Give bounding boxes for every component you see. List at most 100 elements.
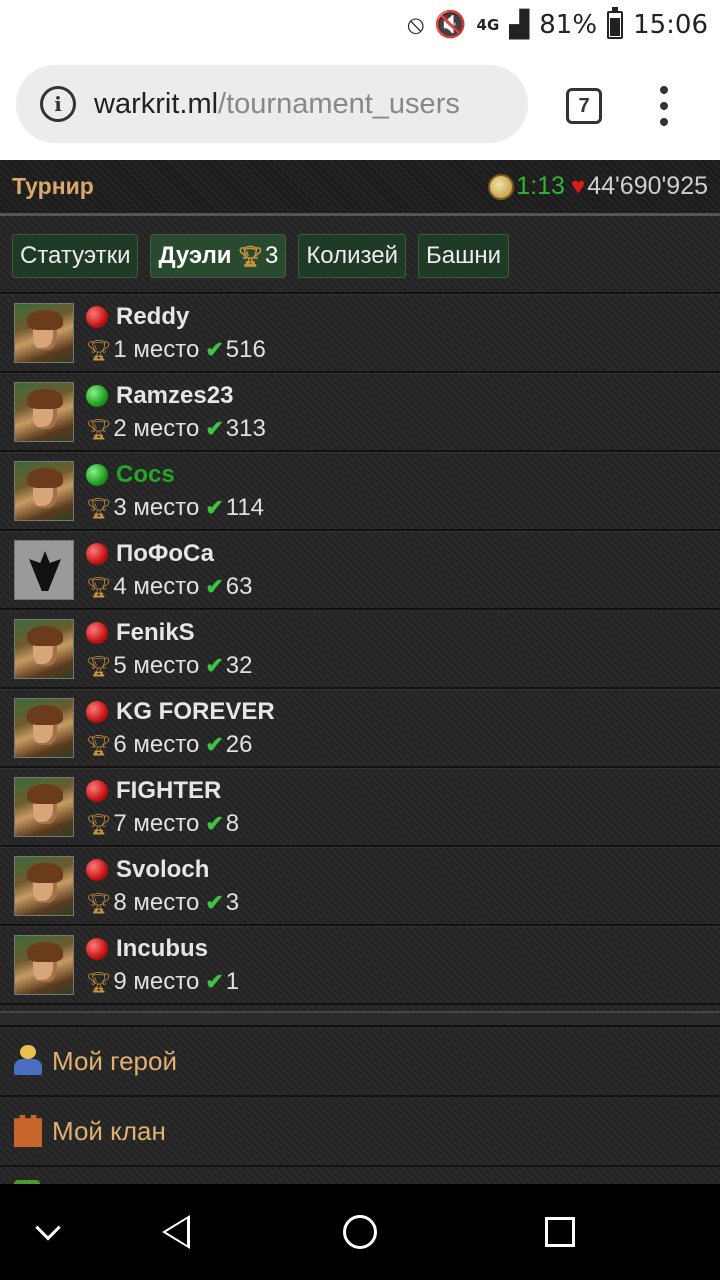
- player-name[interactable]: Svoloch: [116, 856, 209, 884]
- info-icon[interactable]: i: [40, 86, 76, 122]
- trophy-icon: 🏆︎: [86, 971, 112, 994]
- network-type: 4G: [476, 15, 500, 34]
- player-name[interactable]: KG FOREVER: [116, 698, 275, 726]
- recents-icon[interactable]: [536, 1208, 584, 1256]
- list-item[interactable]: Incubus 🏆︎ 9 место ✔ 1: [0, 926, 720, 1005]
- tab-label: Башни: [426, 242, 502, 269]
- tab-figurines[interactable]: Статуэтки: [12, 234, 139, 278]
- menu-label: Мой клан: [52, 1115, 166, 1146]
- back-icon[interactable]: [152, 1208, 200, 1256]
- tab-switcher-button[interactable]: 7: [566, 88, 602, 124]
- hero-icon: [14, 1045, 42, 1077]
- list-item[interactable]: Svoloch 🏆︎ 8 место ✔ 3: [0, 847, 720, 926]
- offline-status-icon: [86, 780, 108, 802]
- game-header: Турнир 1:13 ♥ 44'690'925: [0, 160, 720, 216]
- avatar[interactable]: [14, 619, 74, 679]
- offline-status-icon: [86, 938, 108, 960]
- player-place: 6 место: [113, 731, 200, 758]
- menu-label: Мой герой: [52, 1045, 177, 1076]
- battery-percent: 81%: [539, 10, 598, 40]
- avatar[interactable]: [14, 382, 74, 442]
- player-score: 8: [225, 810, 240, 837]
- header-stats: 1:13 ♥ 44'690'925: [488, 172, 708, 201]
- avatar[interactable]: [14, 698, 74, 758]
- player-score: 1: [225, 968, 240, 995]
- trophy-icon: 🏆︎: [86, 339, 112, 362]
- player-score: 3: [225, 889, 240, 916]
- list-item[interactable]: Reddy 🏆︎ 1 место ✔ 516: [0, 294, 720, 373]
- mute-icon: 🔇: [434, 10, 467, 40]
- trophy-icon: 🏆︎: [86, 655, 112, 678]
- avatar[interactable]: [14, 777, 74, 837]
- list-item[interactable]: KG FOREVER 🏆︎ 6 место ✔ 26: [0, 689, 720, 768]
- tab-label: Статуэтки: [20, 242, 131, 269]
- browser-menu-icon[interactable]: [656, 86, 672, 126]
- do-not-disturb-icon: ⦸: [407, 9, 425, 40]
- browser-toolbar: i warkrit.ml/tournament_users 7: [0, 50, 720, 160]
- player-place: 4 место: [113, 573, 200, 600]
- castle-icon: [14, 1115, 42, 1147]
- hide-keyboard-chevron-icon[interactable]: [24, 1208, 72, 1256]
- check-icon: ✔: [205, 890, 224, 915]
- tab-label: Дуэли: [158, 242, 232, 269]
- player-name[interactable]: FIGHTER: [116, 777, 221, 805]
- tab-colosseum[interactable]: Колизей: [298, 234, 407, 278]
- menu-my-clan[interactable]: Мой клан: [0, 1097, 720, 1167]
- check-icon: ✔: [205, 653, 224, 678]
- menu-my-hero[interactable]: Мой герой: [0, 1027, 720, 1097]
- navigation-bar: [0, 1184, 720, 1280]
- check-icon: ✔: [205, 811, 224, 836]
- player-score: 63: [225, 573, 253, 600]
- offline-status-icon: [86, 622, 108, 644]
- player-place: 5 место: [113, 652, 200, 679]
- trophy-icon: 🏆︎: [237, 245, 263, 268]
- list-item[interactable]: ПоФоСа 🏆︎ 4 место ✔ 63: [0, 531, 720, 610]
- player-list: Reddy 🏆︎ 1 место ✔ 516 Ramzes23 🏆︎ 2 место ✔ 3…: [0, 294, 720, 1005]
- status-bar: ⦸ 🔇 4G ▟ 81% 15:06: [0, 0, 720, 50]
- timer-value: 1:13: [516, 172, 565, 200]
- avatar[interactable]: [14, 303, 74, 363]
- player-score: 32: [225, 652, 253, 679]
- check-icon: ✔: [205, 574, 224, 599]
- trophy-icon: 🏆︎: [86, 418, 112, 441]
- trophy-icon: 🏆︎: [86, 734, 112, 757]
- check-icon: ✔: [205, 969, 224, 994]
- avatar[interactable]: [14, 856, 74, 916]
- player-score: 26: [225, 731, 253, 758]
- list-item[interactable]: Cocs 🏆︎ 3 место ✔ 114: [0, 452, 720, 531]
- list-item[interactable]: FIGHTER 🏆︎ 7 место ✔ 8: [0, 768, 720, 847]
- offline-status-icon: [86, 701, 108, 723]
- player-name-self[interactable]: Cocs: [116, 461, 175, 489]
- tab-towers[interactable]: Башни: [418, 234, 510, 278]
- player-place: 2 место: [113, 415, 200, 442]
- tab-duels[interactable]: Дуэли 🏆︎ 3: [150, 234, 287, 278]
- player-name[interactable]: Reddy: [116, 303, 189, 331]
- list-item[interactable]: Ramzes23 🏆︎ 2 место ✔ 313: [0, 373, 720, 452]
- tournament-tabs: Статуэтки Дуэли 🏆︎ 3 Колизей Башни: [0, 216, 720, 294]
- player-score: 114: [225, 494, 265, 521]
- list-item[interactable]: FenikS 🏆︎ 5 место ✔ 32: [0, 610, 720, 689]
- player-name[interactable]: ПоФоСа: [116, 540, 214, 568]
- clock: 15:06: [633, 10, 708, 40]
- address-bar[interactable]: i warkrit.ml/tournament_users: [16, 65, 528, 143]
- avatar[interactable]: [14, 540, 74, 600]
- url-text[interactable]: warkrit.ml/tournament_users: [94, 88, 460, 121]
- player-name[interactable]: Ramzes23: [116, 382, 233, 410]
- signal-icon: ▟: [509, 10, 530, 40]
- home-icon[interactable]: [336, 1208, 384, 1256]
- player-place: 1 место: [113, 336, 200, 363]
- battery-icon: [607, 7, 624, 39]
- game-page: Турнир 1:13 ♥ 44'690'925 Статуэтки Дуэли…: [0, 160, 720, 1184]
- tab-count: 3: [264, 242, 279, 269]
- timer-icon: [488, 173, 515, 200]
- player-name[interactable]: Incubus: [116, 935, 208, 963]
- player-name[interactable]: FenikS: [116, 619, 195, 647]
- hp-value: 44'690'925: [587, 172, 708, 200]
- trophy-icon: 🏆︎: [86, 497, 112, 520]
- online-status-icon: [86, 385, 108, 407]
- player-score: 516: [225, 336, 266, 363]
- avatar[interactable]: [14, 935, 74, 995]
- player-score: 313: [225, 415, 266, 442]
- avatar[interactable]: [14, 461, 74, 521]
- offline-status-icon: [86, 859, 108, 881]
